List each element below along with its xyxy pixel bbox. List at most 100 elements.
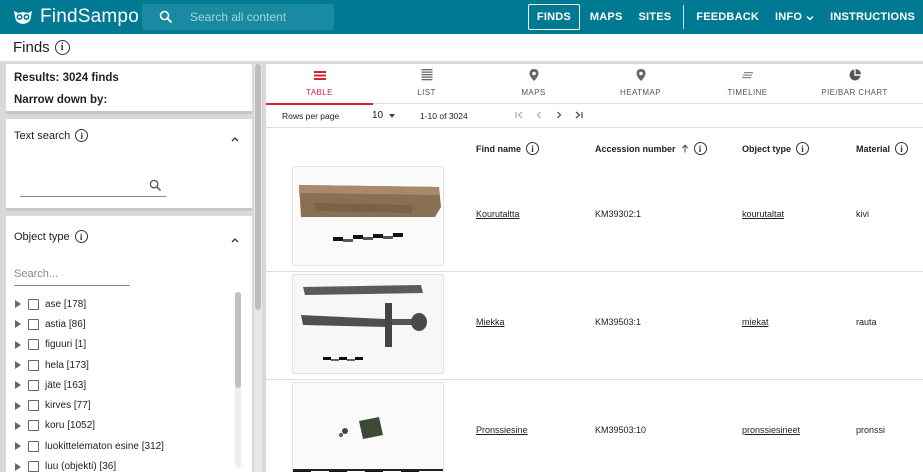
tab-timeline[interactable]: TIMELINE — [694, 64, 801, 104]
sort-up-arrow-icon[interactable] — [681, 144, 689, 153]
checkbox[interactable] — [28, 318, 39, 330]
text-search-header[interactable]: Text search i — [14, 129, 89, 142]
first-page-icon[interactable] — [510, 108, 528, 122]
info-icon[interactable]: i — [75, 129, 89, 142]
list-item[interactable]: hela [173] — [15, 355, 164, 375]
text-search-input[interactable] — [20, 179, 166, 197]
list-item[interactable]: koru [1052] — [15, 416, 164, 436]
tab-label: PIE/BAR CHART — [821, 88, 888, 97]
info-icon[interactable]: i — [526, 142, 540, 155]
list-icon — [420, 68, 434, 82]
list-item[interactable]: ase [178] — [15, 294, 164, 314]
find-name-link[interactable]: Pronssiesine — [476, 425, 528, 435]
left-panel-scrollbar[interactable] — [254, 64, 262, 472]
find-image[interactable] — [292, 382, 444, 472]
expand-triangle-icon[interactable] — [15, 401, 21, 410]
global-search-input[interactable] — [190, 10, 330, 24]
brand[interactable]: FindSampo — [12, 6, 139, 28]
checkbox[interactable] — [28, 461, 39, 472]
nav-finds[interactable]: FINDS — [527, 4, 580, 30]
expand-triangle-icon[interactable] — [15, 462, 21, 471]
object-type-link[interactable]: kourutaltat — [742, 209, 784, 219]
column-label: Find name — [476, 143, 522, 154]
checkbox[interactable] — [28, 379, 39, 391]
next-page-icon[interactable] — [550, 108, 568, 122]
global-search[interactable] — [142, 4, 334, 30]
expand-triangle-icon[interactable] — [15, 320, 21, 329]
list-item[interactable]: figuuri [1] — [15, 335, 164, 355]
info-icon[interactable]: i — [54, 40, 70, 55]
checkbox[interactable] — [28, 298, 39, 310]
find-name-link[interactable]: Kourutaltta — [476, 209, 520, 219]
tab-label: HEATMAP — [620, 88, 661, 97]
column-object-type[interactable]: Object type i — [742, 142, 810, 155]
column-find-name[interactable]: Find name i — [476, 142, 540, 155]
pagination-bar: Rows per page 10 1-10 of 3024 — [266, 104, 923, 128]
list-item-label: kirves [77] — [45, 400, 91, 412]
nav-info[interactable]: INFO — [767, 4, 822, 30]
list-item-label: jäte [163] — [45, 379, 87, 391]
list-item-label: luokittelematon esine [312] — [45, 440, 164, 452]
column-material[interactable]: Material i — [856, 142, 909, 155]
scrollbar-thumb[interactable] — [255, 64, 261, 310]
chevron-down-icon — [806, 13, 814, 21]
nav-divider — [683, 5, 685, 29]
tab-pie-bar-chart[interactable]: PIE/BAR CHART — [801, 64, 908, 104]
nav-feedback[interactable]: FEEDBACK — [688, 4, 767, 30]
search-icon[interactable] — [149, 179, 162, 192]
expand-triangle-icon[interactable] — [15, 442, 21, 451]
expand-triangle-icon[interactable] — [15, 421, 21, 430]
last-page-icon[interactable] — [570, 108, 588, 122]
checkbox[interactable] — [28, 400, 39, 412]
expand-triangle-icon[interactable] — [15, 300, 21, 309]
rows-per-page-label: Rows per page — [282, 111, 340, 121]
rows-per-page-select[interactable]: 10 — [372, 110, 396, 121]
material: rauta — [856, 317, 877, 327]
scrollbar-thumb[interactable] — [235, 292, 241, 388]
checkbox[interactable] — [28, 339, 39, 351]
list-item[interactable]: astia [86] — [15, 314, 164, 334]
column-label: Object type — [742, 143, 792, 154]
view-tabs: TABLE LIST MAPS HEATMAP TIMELINE PIE/BAR… — [266, 64, 923, 105]
object-type-search[interactable]: Search... — [14, 268, 130, 286]
list-item[interactable]: luu (objekti) [36] — [15, 456, 164, 472]
checkbox[interactable] — [28, 440, 39, 452]
brand-name: FindSampo — [40, 6, 139, 27]
column-accession-number[interactable]: Accession number i — [595, 142, 707, 155]
list-item[interactable]: kirves [77] — [15, 395, 164, 415]
object-type-link[interactable]: pronssiesineet — [742, 425, 800, 435]
info-icon[interactable]: i — [74, 230, 88, 243]
table-header: Find name i Accession number i Object ty… — [266, 128, 923, 168]
list-item[interactable]: jäte [163] — [15, 375, 164, 395]
tab-list[interactable]: LIST — [373, 64, 480, 104]
find-name-link[interactable]: Miekka — [476, 317, 505, 327]
find-image[interactable] — [292, 166, 444, 266]
expand-triangle-icon[interactable] — [15, 381, 21, 390]
info-icon[interactable]: i — [796, 142, 810, 155]
checkbox[interactable] — [28, 420, 39, 432]
nav-instructions[interactable]: INSTRUCTIONS — [822, 4, 923, 30]
search-icon[interactable] — [159, 10, 173, 24]
find-image[interactable] — [292, 274, 444, 374]
object-type-link[interactable]: miekat — [742, 317, 769, 327]
checkbox[interactable] — [28, 359, 39, 371]
material: kivi — [856, 209, 869, 219]
object-type-header[interactable]: Object type i — [14, 230, 88, 243]
nav-sites[interactable]: SITES — [631, 4, 680, 30]
tab-maps[interactable]: MAPS — [480, 64, 587, 104]
collapse-icon[interactable] — [230, 232, 240, 243]
object-type-panel: Object type i Search... ase [178] astia … — [6, 216, 252, 472]
tab-table[interactable]: TABLE — [266, 64, 373, 105]
tab-label: TIMELINE — [727, 88, 768, 97]
list-item[interactable]: luokittelematon esine [312] — [15, 436, 164, 456]
expand-triangle-icon[interactable] — [15, 361, 21, 370]
info-icon[interactable]: i — [693, 142, 707, 155]
expand-triangle-icon[interactable] — [15, 340, 21, 349]
tab-heatmap[interactable]: HEATMAP — [587, 64, 694, 104]
prev-page-icon[interactable] — [530, 108, 548, 122]
object-type-list: ase [178] astia [86] figuuri [1] hela [1… — [15, 294, 164, 472]
nav-maps[interactable]: MAPS — [582, 4, 631, 30]
collapse-icon[interactable] — [230, 131, 240, 142]
object-type-scrollbar[interactable] — [235, 292, 241, 468]
info-icon[interactable]: i — [895, 142, 909, 155]
